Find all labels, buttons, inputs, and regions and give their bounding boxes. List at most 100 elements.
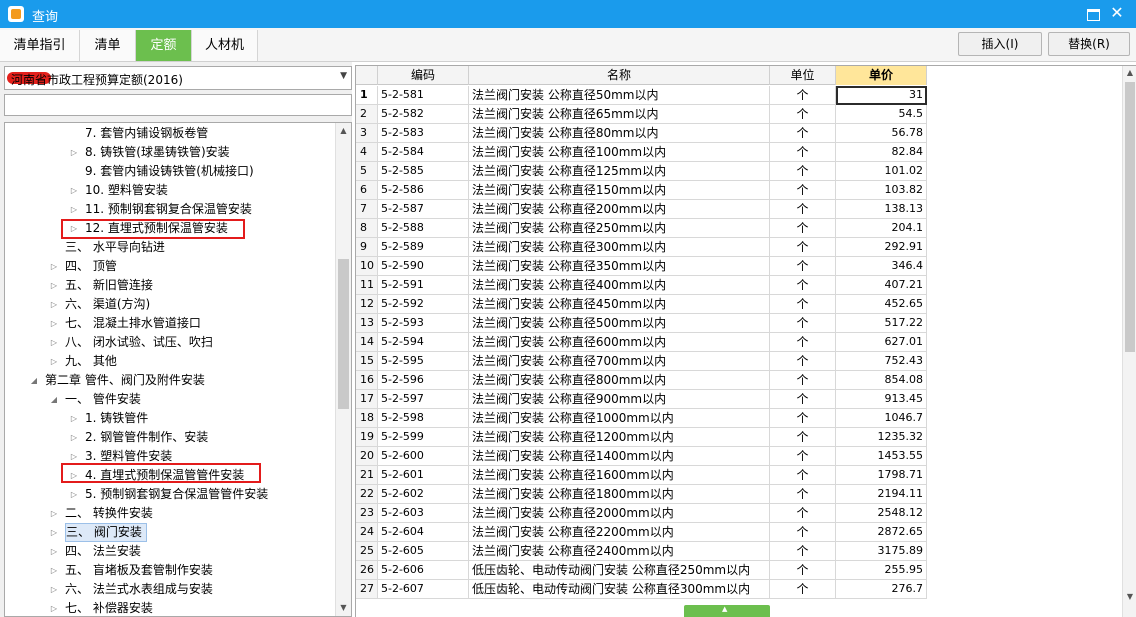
row-number[interactable]: 19 xyxy=(356,428,378,447)
price-cell[interactable]: 276.7 xyxy=(836,580,927,599)
price-cell[interactable]: 854.08 xyxy=(836,371,927,390)
code-cell[interactable]: 5-2-583 xyxy=(378,124,469,143)
quota-library-select[interactable]: 河南省市政工程预算定额(2016) ▼ xyxy=(4,66,352,90)
tree-node[interactable]: ▷ 六、 法兰式水表组成与安装 xyxy=(5,580,337,599)
row-number[interactable]: 2 xyxy=(356,105,378,124)
table-row[interactable]: 10 5-2-590 法兰阀门安装 公称直径350mm以内个 346.4 xyxy=(356,257,927,276)
price-cell[interactable]: 101.02 xyxy=(836,162,927,181)
price-cell[interactable]: 913.45 xyxy=(836,390,927,409)
unit-cell[interactable]: 个 xyxy=(770,447,836,466)
price-cell[interactable]: 82.84 xyxy=(836,143,927,162)
unit-cell[interactable]: 个 xyxy=(770,257,836,276)
table-row[interactable]: 14 5-2-594 法兰阀门安装 公称直径600mm以内个 627.01 xyxy=(356,333,927,352)
expand-arrow-icon[interactable]: ▷ xyxy=(49,295,59,314)
row-number[interactable]: 9 xyxy=(356,238,378,257)
row-number[interactable]: 4 xyxy=(356,143,378,162)
row-number[interactable]: 1 xyxy=(356,86,378,105)
unit-cell[interactable]: 个 xyxy=(770,200,836,219)
name-cell[interactable]: 法兰阀门安装 公称直径80mm以内 xyxy=(469,124,770,143)
code-cell[interactable]: 5-2-588 xyxy=(378,219,469,238)
name-cell[interactable]: 法兰阀门安装 公称直径1600mm以内 xyxy=(469,466,770,485)
tree-node[interactable]: ▷ 八、 闭水试验、试压、吹扫 xyxy=(5,333,337,352)
tree-node[interactable]: ▷ 四、 顶管 xyxy=(5,257,337,276)
expand-arrow-icon[interactable]: ▷ xyxy=(69,181,79,200)
expand-arrow-icon[interactable]: ▷ xyxy=(49,542,59,561)
price-cell[interactable]: 752.43 xyxy=(836,352,927,371)
tree-node[interactable]: ◢ 一、 管件安装 xyxy=(5,390,337,409)
code-cell[interactable]: 5-2-582 xyxy=(378,105,469,124)
tree-node[interactable]: ▷ 三、 阀门安装 xyxy=(5,523,337,542)
tree-node[interactable]: ▷ 六、 渠道(方沟) xyxy=(5,295,337,314)
unit-cell[interactable]: 个 xyxy=(770,162,836,181)
price-cell[interactable]: 1046.7 xyxy=(836,409,927,428)
tree-node[interactable]: ▷ 2. 钢管管件制作、安装 xyxy=(5,428,337,447)
name-cell[interactable]: 法兰阀门安装 公称直径100mm以内 xyxy=(469,143,770,162)
name-cell[interactable]: 法兰阀门安装 公称直径65mm以内 xyxy=(469,105,770,124)
tree-node[interactable]: ▷ 五、 盲堵板及套管制作安装 xyxy=(5,561,337,580)
name-cell[interactable]: 法兰阀门安装 公称直径50mm以内 xyxy=(469,86,770,105)
unit-cell[interactable]: 个 xyxy=(770,580,836,599)
unit-cell[interactable]: 个 xyxy=(770,333,836,352)
unit-cell[interactable]: 个 xyxy=(770,219,836,238)
table-row[interactable]: 24 5-2-604 法兰阀门安装 公称直径2200mm以内个 2872.65 xyxy=(356,523,927,542)
table-row[interactable]: 17 5-2-597 法兰阀门安装 公称直径900mm以内个 913.45 xyxy=(356,390,927,409)
unit-cell[interactable]: 个 xyxy=(770,409,836,428)
table-row[interactable]: 1 5-2-581 法兰阀门安装 公称直径50mm以内个 31 xyxy=(356,86,927,105)
code-cell[interactable]: 5-2-589 xyxy=(378,238,469,257)
tree-node[interactable]: ◢ 第二章 管件、阀门及附件安装 xyxy=(5,371,337,390)
code-cell[interactable]: 5-2-593 xyxy=(378,314,469,333)
tab-quota[interactable]: 定额 xyxy=(136,30,192,61)
scroll-down-icon[interactable]: ▼ xyxy=(1123,590,1136,604)
name-cell[interactable]: 法兰阀门安装 公称直径150mm以内 xyxy=(469,181,770,200)
price-cell[interactable]: 31 xyxy=(836,86,927,105)
tab-labor-material-machine[interactable]: 人材机 xyxy=(192,30,258,61)
price-cell[interactable]: 292.91 xyxy=(836,238,927,257)
scroll-up-icon[interactable]: ▲ xyxy=(336,123,351,139)
table-row[interactable]: 23 5-2-603 法兰阀门安装 公称直径2000mm以内个 2548.12 xyxy=(356,504,927,523)
tree-node[interactable]: ▷ 四、 法兰安装 xyxy=(5,542,337,561)
expand-arrow-icon[interactable]: ▷ xyxy=(49,599,59,616)
code-cell[interactable]: 5-2-591 xyxy=(378,276,469,295)
price-cell[interactable]: 2194.11 xyxy=(836,485,927,504)
name-cell[interactable]: 法兰阀门安装 公称直径1200mm以内 xyxy=(469,428,770,447)
expand-arrow-icon[interactable]: ▷ xyxy=(49,257,59,276)
unit-cell[interactable]: 个 xyxy=(770,181,836,200)
name-cell[interactable]: 法兰阀门安装 公称直径800mm以内 xyxy=(469,371,770,390)
name-cell[interactable]: 法兰阀门安装 公称直径2000mm以内 xyxy=(469,504,770,523)
code-cell[interactable]: 5-2-590 xyxy=(378,257,469,276)
scroll-down-icon[interactable]: ▼ xyxy=(336,600,351,616)
code-cell[interactable]: 5-2-585 xyxy=(378,162,469,181)
table-row[interactable]: 8 5-2-588 法兰阀门安装 公称直径250mm以内个 204.1 xyxy=(356,219,927,238)
table-row[interactable]: 11 5-2-591 法兰阀门安装 公称直径400mm以内个 407.21 xyxy=(356,276,927,295)
expand-arrow-icon[interactable]: ▷ xyxy=(69,409,79,428)
table-row[interactable]: 27 5-2-607 低压齿轮、电动传动阀门安装 公称直径300mm以内个 276.7 xyxy=(356,580,927,599)
code-cell[interactable]: 5-2-594 xyxy=(378,333,469,352)
price-cell[interactable]: 1235.32 xyxy=(836,428,927,447)
row-number[interactable]: 18 xyxy=(356,409,378,428)
code-cell[interactable]: 5-2-596 xyxy=(378,371,469,390)
price-cell[interactable]: 56.78 xyxy=(836,124,927,143)
expand-arrow-icon[interactable]: ▷ xyxy=(69,200,79,219)
table-row[interactable]: 21 5-2-601 法兰阀门安装 公称直径1600mm以内个 1798.71 xyxy=(356,466,927,485)
expand-arrow-icon[interactable]: ▷ xyxy=(49,276,59,295)
table-row[interactable]: 4 5-2-584 法兰阀门安装 公称直径100mm以内个 82.84 xyxy=(356,143,927,162)
price-cell[interactable]: 103.82 xyxy=(836,181,927,200)
price-cell[interactable]: 138.13 xyxy=(836,200,927,219)
code-cell[interactable]: 5-2-605 xyxy=(378,542,469,561)
row-number[interactable]: 13 xyxy=(356,314,378,333)
unit-cell[interactable]: 个 xyxy=(770,314,836,333)
name-cell[interactable]: 低压齿轮、电动传动阀门安装 公称直径250mm以内 xyxy=(469,561,770,580)
tree-node[interactable]: 三、 水平导向钻进 xyxy=(5,238,337,257)
name-cell[interactable]: 法兰阀门安装 公称直径200mm以内 xyxy=(469,200,770,219)
table-row[interactable]: 25 5-2-605 法兰阀门安装 公称直径2400mm以内个 3175.89 xyxy=(356,542,927,561)
tree-node[interactable]: ▷ 二、 转换件安装 xyxy=(5,504,337,523)
row-number[interactable]: 10 xyxy=(356,257,378,276)
row-number[interactable]: 15 xyxy=(356,352,378,371)
name-cell[interactable]: 法兰阀门安装 公称直径2200mm以内 xyxy=(469,523,770,542)
unit-cell[interactable]: 个 xyxy=(770,466,836,485)
unit-cell[interactable]: 个 xyxy=(770,390,836,409)
code-cell[interactable]: 5-2-602 xyxy=(378,485,469,504)
scroll-thumb[interactable] xyxy=(338,259,349,409)
price-cell[interactable]: 2872.65 xyxy=(836,523,927,542)
row-number[interactable]: 6 xyxy=(356,181,378,200)
